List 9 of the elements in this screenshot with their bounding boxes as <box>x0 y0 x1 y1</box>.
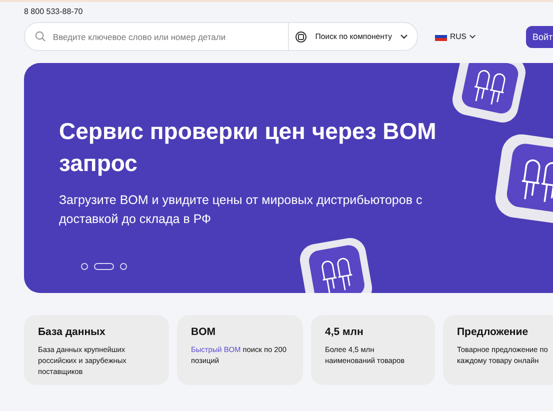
banner-subtitle: Загрузите BOM и увидите цены от мировых дистрибьюторов с доставкой до склада в РФ <box>59 192 424 228</box>
search-field[interactable]: Введите ключевое слово или номер детали <box>50 30 288 42</box>
feature-title: BOM <box>191 326 216 338</box>
phone-number: 8 800 533-88-70 <box>24 7 84 16</box>
feature-title: 4,5 млн <box>325 326 364 338</box>
banner-title: Сервис проверки цен через BOM запрос <box>59 117 438 178</box>
login-button[interactable]: Войт <box>526 26 553 48</box>
feature-title: База данных <box>38 326 106 338</box>
feature-title: Предложение <box>457 326 530 338</box>
